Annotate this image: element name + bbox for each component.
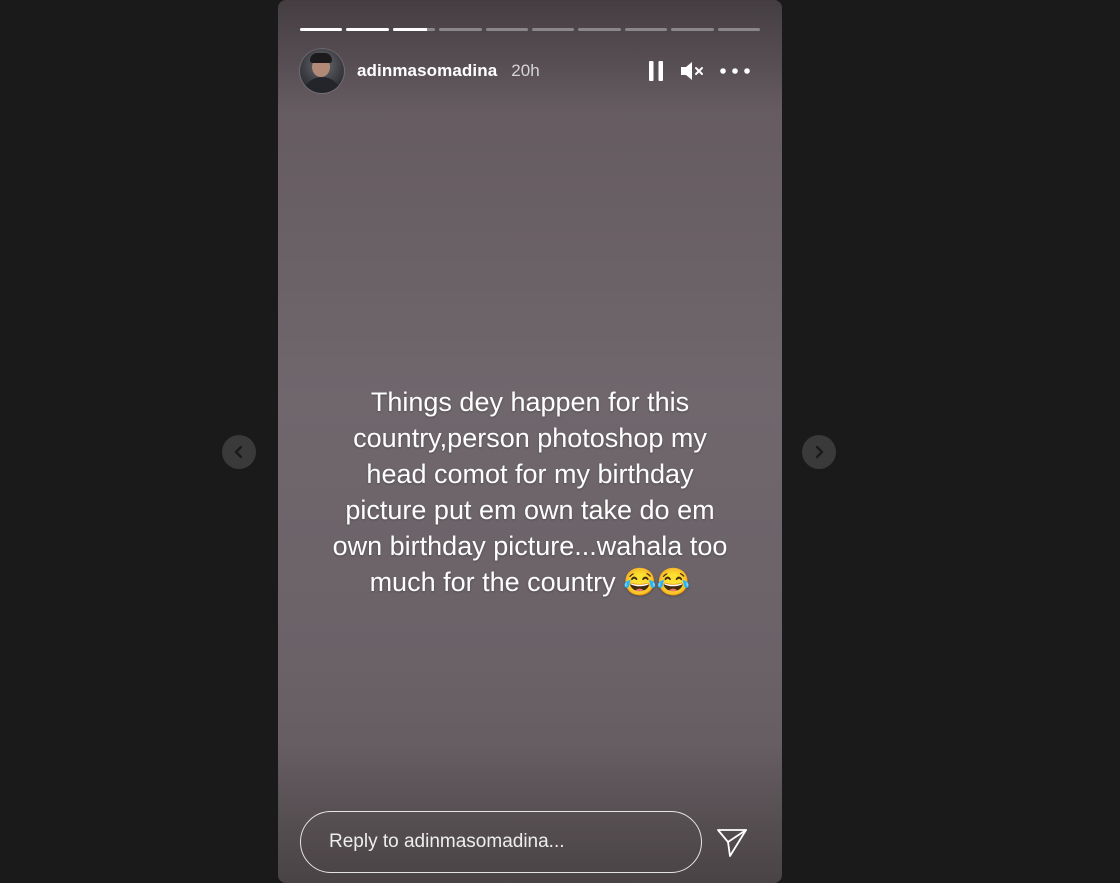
previous-story-button[interactable] bbox=[222, 435, 256, 469]
send-icon bbox=[717, 829, 747, 857]
story-caption-text: Things dey happen for this country,perso… bbox=[332, 387, 728, 597]
mute-icon bbox=[681, 62, 703, 80]
username-link[interactable]: adinmasomadina bbox=[357, 61, 497, 81]
progress-segment bbox=[624, 28, 668, 31]
next-story-button[interactable] bbox=[802, 435, 836, 469]
profile-avatar[interactable] bbox=[300, 49, 344, 93]
send-button[interactable] bbox=[714, 824, 750, 860]
story-progress-bars bbox=[300, 28, 761, 31]
progress-segment bbox=[392, 28, 436, 31]
pause-icon bbox=[649, 61, 663, 81]
pause-button[interactable] bbox=[644, 59, 668, 83]
more-options-button[interactable] bbox=[718, 59, 752, 83]
progress-segment bbox=[439, 28, 482, 31]
progress-segment bbox=[346, 28, 389, 31]
story-header: adinmasomadina 20h bbox=[300, 48, 752, 94]
story-card[interactable]: adinmasomadina 20h Things dey happen for… bbox=[278, 0, 782, 883]
progress-segment-fill bbox=[300, 28, 343, 31]
story-viewer: adinmasomadina 20h Things dey happen for… bbox=[0, 0, 1120, 883]
progress-segment bbox=[671, 28, 714, 31]
progress-segment bbox=[300, 28, 343, 31]
progress-segment bbox=[532, 28, 575, 31]
progress-segment bbox=[717, 28, 761, 31]
post-timestamp: 20h bbox=[511, 61, 540, 80]
progress-segment-fill bbox=[346, 28, 389, 31]
reply-bar bbox=[300, 811, 752, 873]
chevron-left-icon bbox=[234, 445, 243, 459]
more-options-icon bbox=[720, 68, 750, 74]
mute-button[interactable] bbox=[678, 59, 706, 83]
reply-input[interactable] bbox=[300, 811, 702, 873]
progress-segment bbox=[578, 28, 621, 31]
chevron-right-icon bbox=[815, 445, 824, 459]
progress-segment bbox=[485, 28, 529, 31]
progress-segment-fill bbox=[392, 28, 427, 31]
